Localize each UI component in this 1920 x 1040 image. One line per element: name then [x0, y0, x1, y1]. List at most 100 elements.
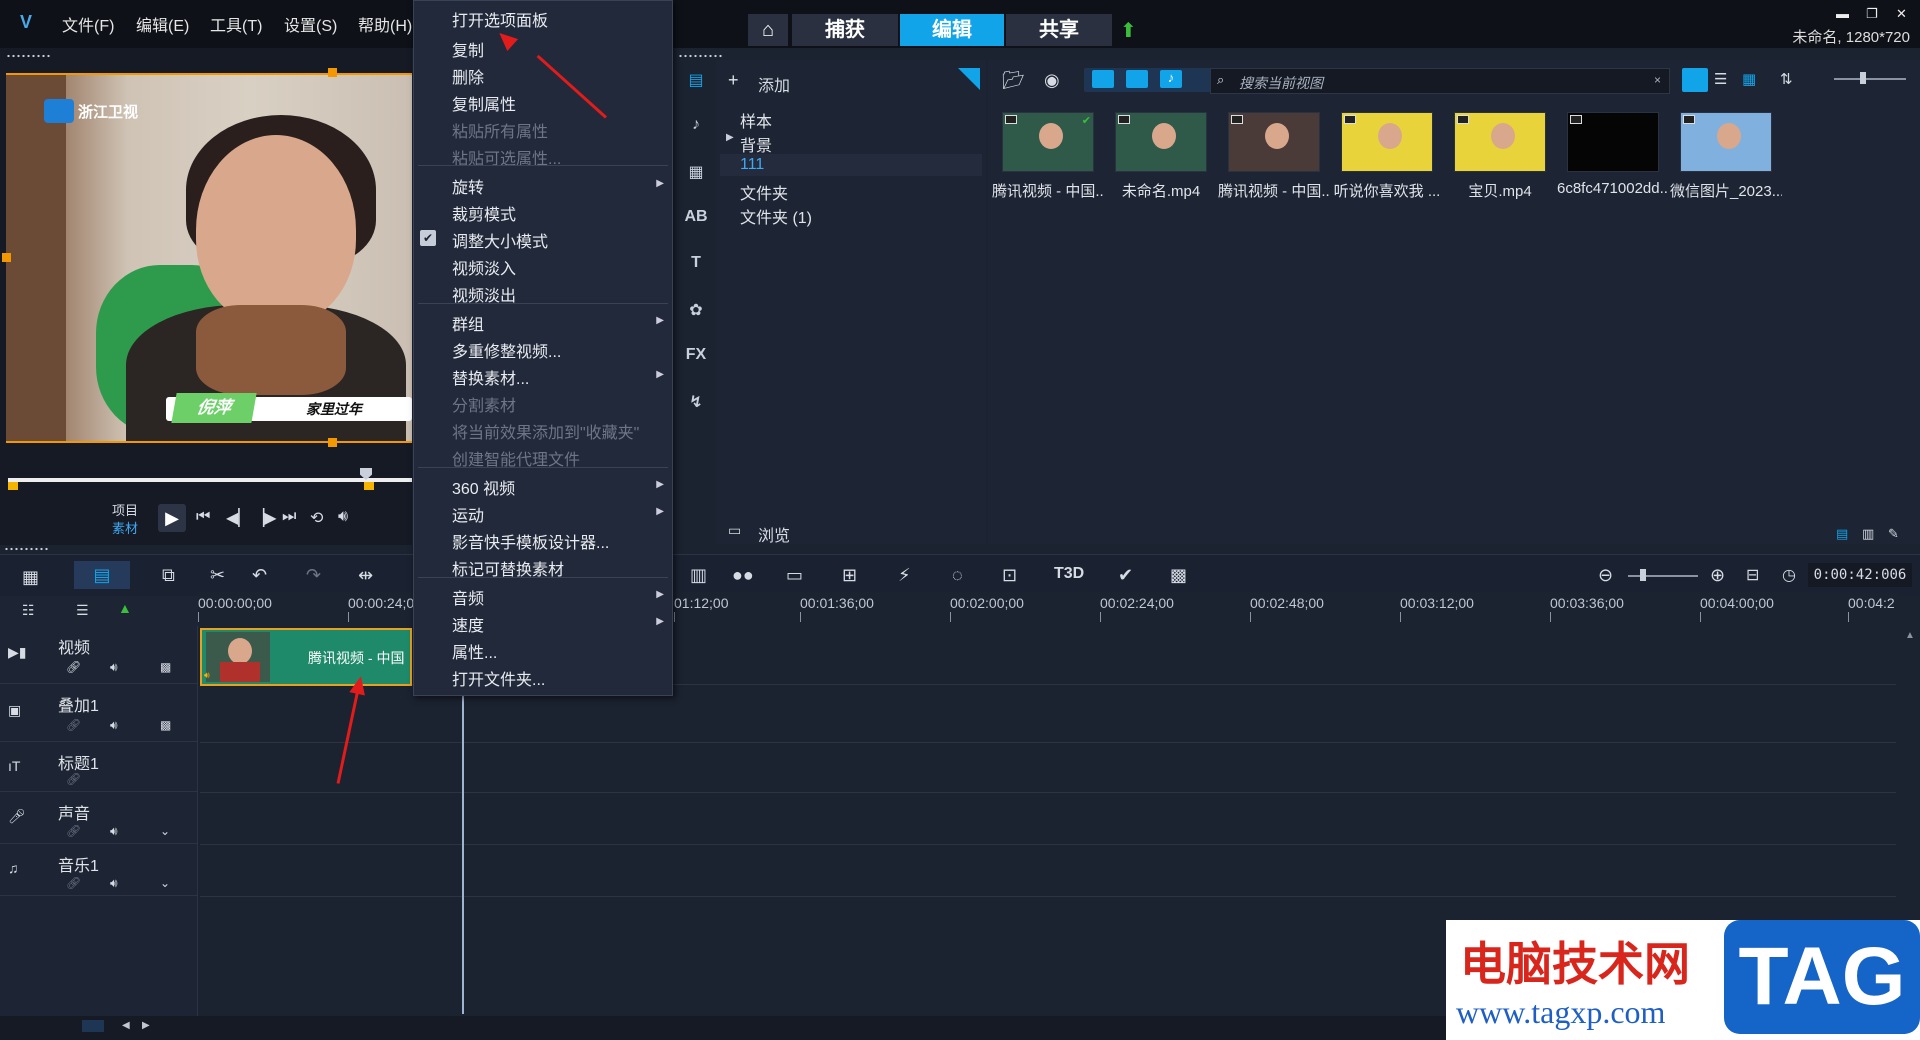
close-icon[interactable]: ✕ [1896, 6, 1907, 22]
pin-icon[interactable] [958, 68, 980, 90]
title-icon[interactable]: T [684, 254, 708, 278]
menu-item[interactable]: 裁剪模式 [452, 201, 516, 225]
link-icon[interactable]: 🔗︎ [66, 772, 81, 786]
menu-item[interactable]: 运动 [452, 502, 484, 526]
previous-frame-icon[interactable]: ◀▏ [226, 508, 251, 528]
menu-item[interactable]: 替换素材... [452, 365, 529, 389]
instant-project-icon[interactable]: ♪ [684, 116, 708, 140]
track-manager-icon[interactable]: ☷ [22, 602, 35, 619]
scroll-left-icon[interactable]: ◀ [122, 1020, 130, 1031]
track-header-voice[interactable]: 🎤︎ 声音 🔗︎ 🔊︎ ⌄ [0, 792, 198, 844]
folder-item[interactable]: 文件夹 [740, 180, 788, 204]
play-button[interactable]: ▶ [158, 504, 186, 532]
track-header-video[interactable]: ▶︎▮ 视频 🔗︎ 🔊︎ ▩ [0, 626, 198, 684]
menu-item[interactable]: 打开选项面板 [452, 7, 548, 31]
mute-icon[interactable]: 🔊︎ [110, 824, 118, 839]
3d-title-icon[interactable]: T3D [1054, 565, 1084, 583]
search-input[interactable]: ⌕ 搜索当前视图 × [1210, 68, 1670, 94]
storyboard-view-icon[interactable]: ▦ [22, 567, 39, 588]
menu-item[interactable]: 360 视频 [452, 475, 515, 499]
browse-icon[interactable]: ▭ [728, 522, 741, 539]
fx-icon[interactable]: FX [684, 346, 708, 370]
link-icon[interactable]: 🔗︎ [66, 824, 81, 838]
timeline-view-icon[interactable]: ▤ [74, 561, 130, 589]
volume-icon[interactable]: 🔊︎ [338, 508, 348, 526]
scroll-right-icon[interactable]: ▶ [142, 1020, 150, 1031]
menu-item[interactable]: 旋转 [452, 174, 484, 198]
audio-mixer-icon[interactable]: ▥ [690, 565, 707, 586]
media-library-icon[interactable]: ▤ [684, 70, 708, 94]
resize-handle[interactable] [328, 438, 337, 447]
folder-item[interactable]: 样本 [740, 108, 772, 132]
menu-item[interactable]: 影音快手模板设计器... [452, 529, 609, 553]
graphics-icon[interactable]: ✿ [684, 300, 708, 324]
folder-item-selected[interactable]: 111 [740, 156, 764, 174]
zoom-slider[interactable] [1628, 575, 1698, 577]
next-frame-icon[interactable]: ▕▶ [252, 508, 277, 528]
tab-capture[interactable]: 捕获 [792, 14, 898, 46]
panel-grip[interactable] [678, 54, 724, 58]
trim-in-marker[interactable] [8, 482, 18, 490]
go-to-end-icon[interactable]: ⏭ [282, 508, 296, 526]
panel-grip[interactable] [4, 547, 50, 551]
multi-camera-icon[interactable]: ⧉ [162, 565, 175, 586]
view-list-icon[interactable]: ☰ [1714, 70, 1727, 88]
scrubber-track[interactable] [8, 478, 412, 482]
tab-edit[interactable]: 编辑 [900, 14, 1004, 46]
resize-handle[interactable] [2, 253, 11, 262]
menu-tools[interactable]: 工具(T) [210, 12, 262, 36]
timeline-clip[interactable]: 🔊︎ 腾讯视频 - 中国 [200, 628, 412, 686]
tools-icon[interactable]: ✂ [210, 565, 225, 586]
transition-icon[interactable]: ▦ [684, 162, 708, 186]
mute-icon[interactable]: 🔊︎ [110, 876, 118, 891]
clip-mode-label[interactable]: 素材 [112, 518, 138, 537]
panel-grip[interactable] [6, 54, 52, 58]
restore-icon[interactable]: ❐ [1866, 6, 1878, 22]
go-to-start-icon[interactable]: ⏮ [196, 508, 210, 526]
view-grid-icon[interactable]: ▦ [1742, 70, 1756, 88]
expand-track-icon[interactable]: ⌄ [160, 824, 170, 838]
zoom-in-icon[interactable]: ⊕ [1710, 565, 1725, 586]
zoom-slider-thumb[interactable] [1640, 569, 1646, 581]
paint-icon[interactable]: ✔ [1118, 565, 1133, 586]
add-folder-button[interactable]: 添加 [758, 72, 790, 96]
show-options-icon[interactable]: ▥ [1862, 526, 1874, 542]
menu-item[interactable]: 调整大小模式 [452, 228, 548, 252]
show-video-icon[interactable] [1092, 70, 1114, 88]
split-screen-icon[interactable]: ⊞ [842, 565, 857, 586]
visibility-icon[interactable]: ▩ [160, 718, 171, 732]
expand-track-icon[interactable]: ⌄ [160, 876, 170, 890]
zoom-out-icon[interactable]: ⊖ [1598, 565, 1613, 586]
tab-share[interactable]: 共享 [1006, 14, 1112, 46]
menu-help[interactable]: 帮助(H) [358, 12, 412, 36]
menu-item[interactable]: 视频淡入 [452, 255, 516, 279]
thumbnail-size-slider[interactable] [1834, 78, 1906, 80]
thumbnail-size-thumb[interactable] [1860, 72, 1866, 84]
menu-item[interactable]: 属性... [452, 639, 497, 663]
menu-item[interactable]: 打开文件夹... [452, 666, 545, 690]
edit-icon[interactable]: ✎ [1888, 526, 1899, 542]
track-header-title[interactable]: ıT 标题1 🔗︎ [0, 742, 198, 792]
link-icon[interactable]: 🔗︎ [66, 718, 81, 732]
trim-out-marker[interactable] [364, 482, 374, 490]
undo-icon[interactable]: ↶ [252, 565, 267, 586]
graphics-editor-icon[interactable]: ▩ [1170, 565, 1187, 586]
fit-project-icon[interactable]: ⇹ [358, 565, 373, 586]
subtitle-icon[interactable]: ▭ [786, 565, 803, 586]
menu-item[interactable]: 复制 [452, 37, 484, 61]
menu-item[interactable]: 音频 [452, 585, 484, 609]
motion-icon[interactable]: ⚡︎ [898, 565, 911, 586]
menu-item[interactable]: 复制属性 [452, 91, 516, 115]
mute-icon[interactable]: 🔊︎ [110, 660, 118, 675]
folder-item[interactable]: 文件夹 (1) [740, 204, 812, 228]
path-icon[interactable]: ↯ [684, 392, 708, 416]
show-audio-icon[interactable]: ♪ [1160, 70, 1182, 88]
menu-settings[interactable]: 设置(S) [284, 12, 337, 36]
track-header-music[interactable]: ♫ 音乐1 🔗︎ 🔊︎ ⌄ [0, 844, 198, 896]
timecode-display[interactable]: 0:00:42:006 [1808, 563, 1912, 587]
folder-item[interactable]: 背景 [740, 132, 772, 156]
menu-item[interactable]: 速度 [452, 612, 484, 636]
ripple-edit-icon[interactable]: ▲ [118, 600, 132, 616]
menu-file[interactable]: 文件(F) [62, 12, 114, 36]
fit-timeline-icon[interactable]: ⊟ [1746, 565, 1759, 585]
